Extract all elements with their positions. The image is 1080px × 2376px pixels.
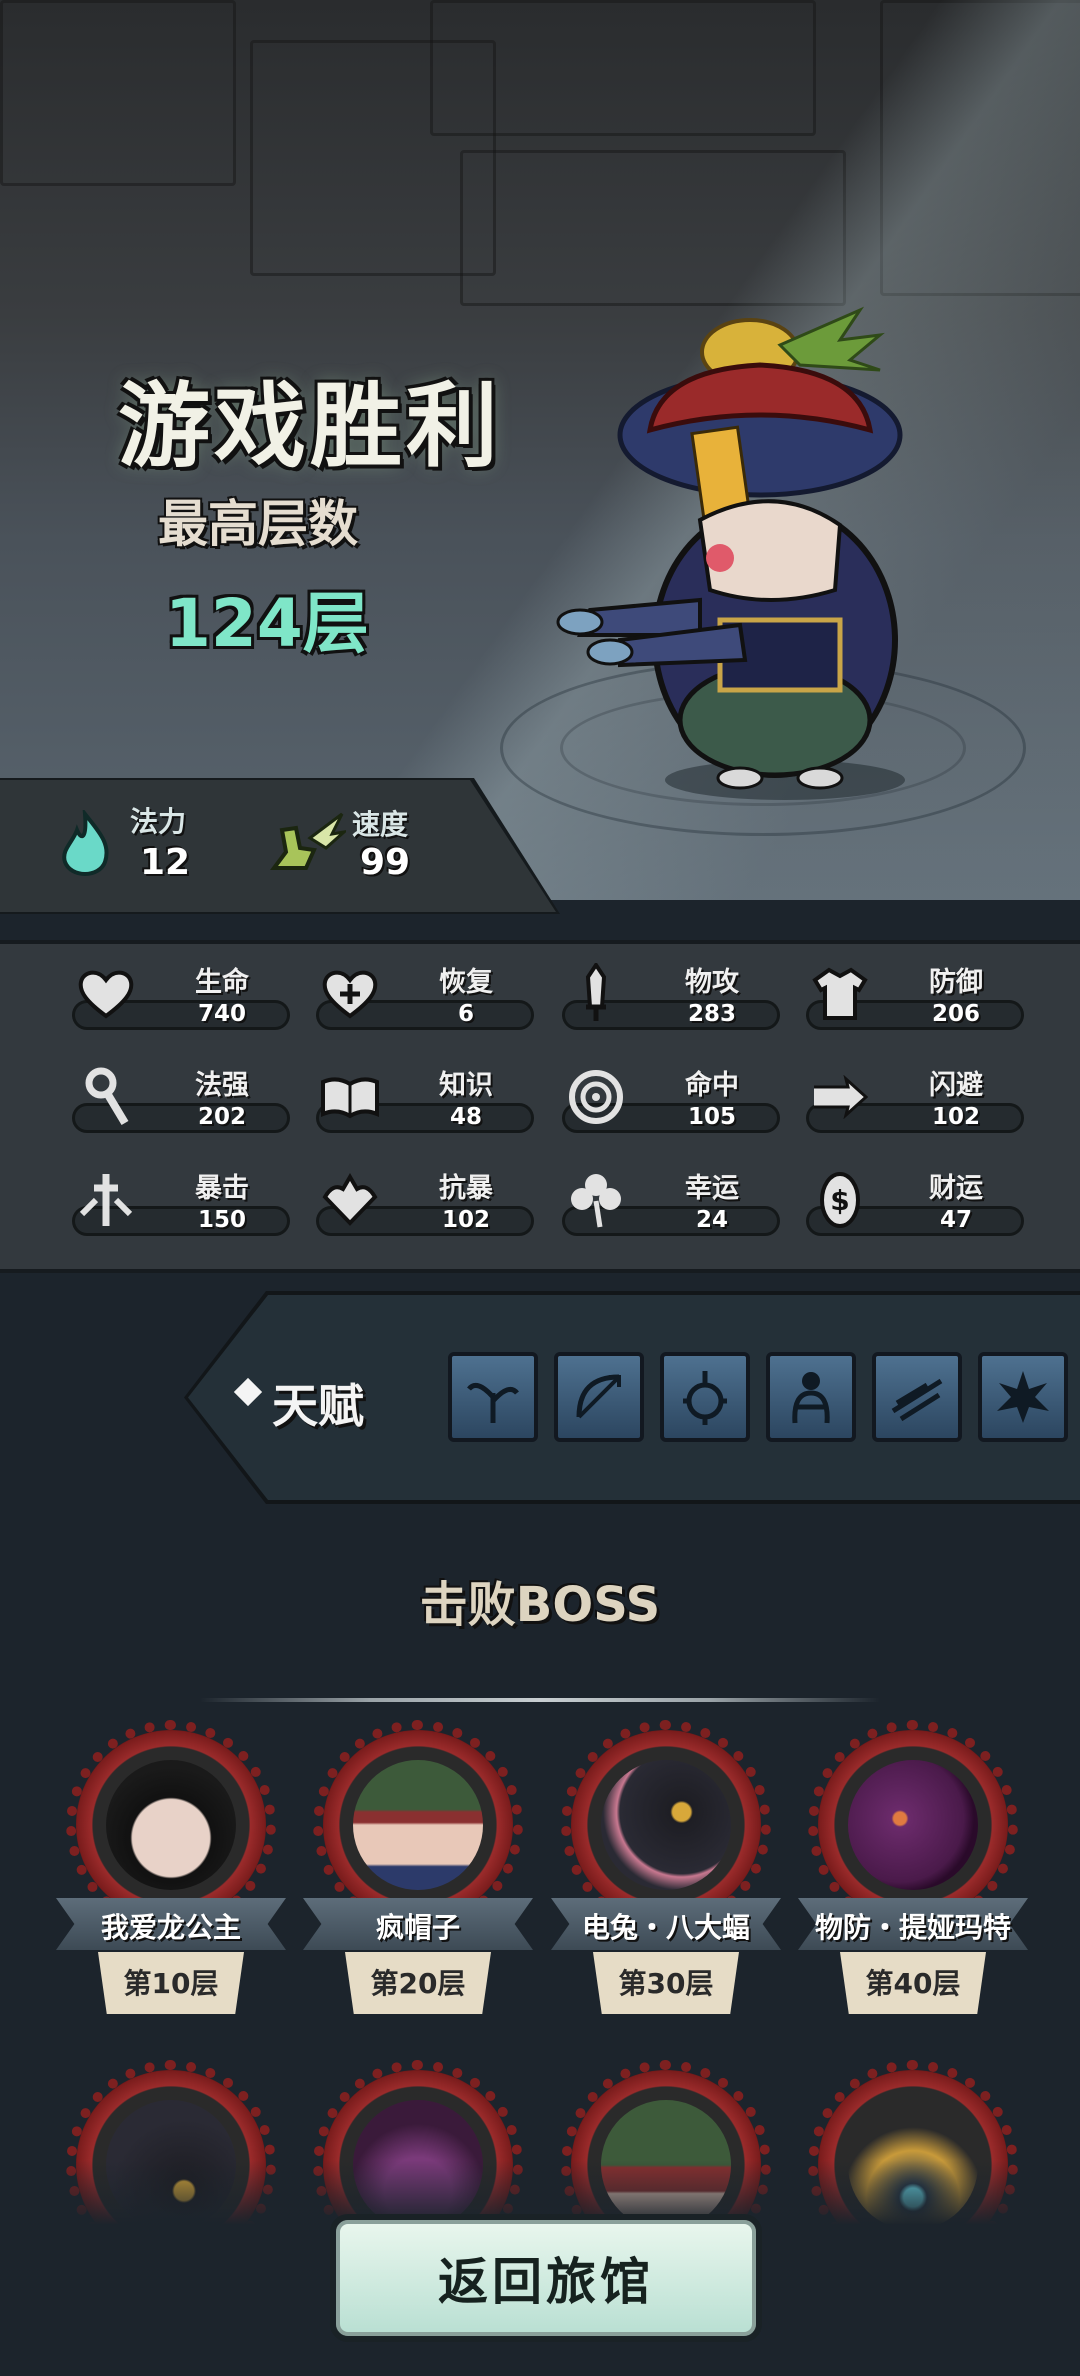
crit-dagger-icon [74, 1168, 138, 1232]
mana-flame-icon [62, 810, 109, 876]
boss-name: 疯帽子 [375, 1911, 460, 1944]
stat-value: 102 [441, 1207, 490, 1233]
stat-dodge: 闪避 102 [806, 1063, 1026, 1133]
return-to-inn-button[interactable]: 返回旅馆 [330, 2214, 762, 2342]
stat-value: 105 [687, 1104, 736, 1130]
stat-label: 防御 [929, 967, 983, 998]
stat-value: 6 [457, 1001, 474, 1027]
boss-name: 我爱龙公主 [100, 1911, 241, 1944]
stat-label: 恢复 [439, 967, 493, 998]
stat-label: 物攻 [685, 967, 739, 998]
stat-label: 知识 [439, 1070, 493, 1101]
stat-label: 生命 [195, 967, 249, 998]
boss-portrait [848, 1760, 978, 1890]
sword-icon [564, 962, 628, 1026]
sprout-icon[interactable] [448, 1352, 538, 1442]
stat-label: 幸运 [685, 1173, 739, 1204]
boss-portrait [353, 1760, 483, 1890]
stat-value: 206 [931, 1001, 980, 1027]
armor-icon [808, 962, 872, 1026]
burst-icon[interactable] [978, 1352, 1068, 1442]
heart-plus-icon [318, 962, 382, 1026]
stat-crit-resist: 抗暴 102 [316, 1166, 536, 1236]
stat-label: 抗暴 [439, 1173, 493, 1204]
talent-label: 天赋 [272, 1379, 364, 1433]
stat-magic: 法强 202 [72, 1063, 292, 1133]
boss-name: 物防・提娅玛特 [814, 1911, 1011, 1944]
hug-icon[interactable] [766, 1352, 856, 1442]
stat-regen: 恢复 6 [316, 960, 536, 1030]
svg-text:$: $ [830, 1184, 849, 1217]
stat-wealth: $ 财运 47 [806, 1166, 1026, 1236]
stat-knowledge: 知识 48 [316, 1063, 536, 1133]
bow-icon[interactable] [554, 1352, 644, 1442]
boss-floor: 第20层 [370, 1967, 466, 2000]
dodge-arrow-icon [808, 1065, 872, 1129]
hero-character [556, 306, 905, 800]
section-divider [200, 1698, 880, 1702]
stat-hp: 生命 740 [72, 960, 292, 1030]
totem-icon[interactable] [660, 1352, 750, 1442]
stat-label: 财运 [929, 1173, 983, 1204]
mana-label: 法力 [130, 805, 187, 838]
stat-value: 24 [695, 1207, 728, 1233]
boss-floor: 第40层 [865, 1967, 961, 2000]
stat-value: 740 [197, 1001, 246, 1027]
stat-value: 283 [687, 1001, 736, 1027]
stat-value: 150 [197, 1207, 246, 1233]
wing-icon[interactable] [872, 1352, 962, 1442]
boss-section-title: 击败BOSS [419, 1577, 661, 1633]
speed-label: 速度 [352, 808, 409, 841]
stat-crit: 暴击 150 [72, 1166, 292, 1236]
boss-floor: 第10层 [123, 1967, 219, 2000]
highest-floor-value: 124层 [165, 585, 369, 662]
victory-title: 游戏胜利 [118, 373, 503, 480]
return-button-label: 返回旅馆 [438, 2253, 654, 2311]
boss-name: 电兔・八大蝠 [581, 1911, 750, 1944]
book-icon [318, 1065, 382, 1129]
stat-value: 48 [449, 1104, 482, 1130]
winged-boot-icon [270, 812, 346, 870]
crit-resist-icon [318, 1168, 382, 1232]
stat-luck: 幸运 24 [562, 1166, 782, 1236]
boss-card[interactable]: 物防・提娅玛特 第40层 [798, 1720, 1028, 2020]
coin-icon: $ [808, 1168, 872, 1232]
stat-label: 闪避 [929, 1070, 983, 1101]
stat-value: 202 [197, 1104, 246, 1130]
stat-label: 命中 [685, 1070, 739, 1101]
target-icon [564, 1065, 628, 1129]
heart-icon [74, 962, 138, 1026]
stat-defense: 防御 206 [806, 960, 1026, 1030]
speed-value: 99 [360, 842, 411, 883]
clover-icon [564, 1168, 628, 1232]
boss-card[interactable]: 我爱龙公主 第10层 [56, 1720, 286, 2020]
boss-card[interactable]: 疯帽子 第20层 [303, 1720, 533, 2020]
stat-hit: 命中 105 [562, 1063, 782, 1133]
boss-portrait [106, 1760, 236, 1890]
staff-icon [74, 1065, 138, 1129]
stat-attack: 物攻 283 [562, 960, 782, 1030]
stat-label: 法强 [195, 1070, 249, 1101]
mana-value: 12 [140, 842, 191, 883]
boss-card[interactable]: 电兔・八大蝠 第30层 [551, 1720, 781, 2020]
boss-floor: 第30层 [618, 1967, 714, 2000]
boss-portrait [601, 1760, 731, 1890]
stat-value: 47 [939, 1207, 972, 1233]
stat-value: 102 [931, 1104, 980, 1130]
stat-label: 暴击 [195, 1173, 249, 1204]
highest-floor-label: 最高层数 [158, 495, 358, 553]
